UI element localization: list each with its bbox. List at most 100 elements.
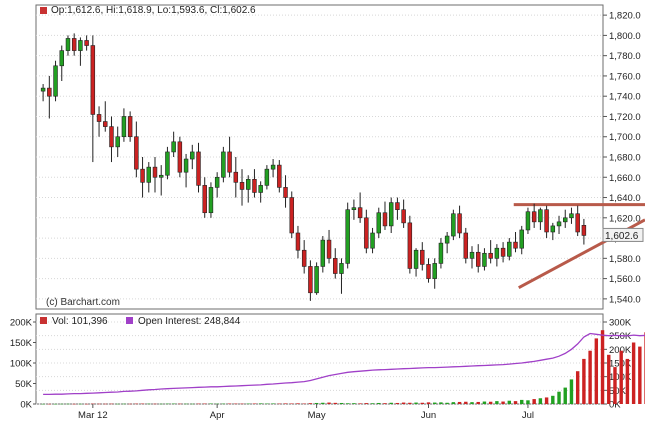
volume-bar <box>97 403 101 405</box>
price-tick-label: 1,780.0 <box>609 51 641 62</box>
candle-body <box>227 151 232 173</box>
volume-bar <box>140 403 145 405</box>
candle-body <box>475 251 481 267</box>
volume-bar <box>240 403 244 405</box>
ohlc-marker <box>40 7 47 14</box>
watermark: (c) Barchart.com <box>46 297 120 308</box>
candle-body <box>308 266 313 294</box>
candle-body <box>252 178 257 193</box>
volume-bar <box>470 402 474 404</box>
candle-body <box>488 252 493 259</box>
candle-body <box>426 264 431 279</box>
candle-body <box>134 136 139 170</box>
volume-bar <box>134 403 139 405</box>
candle-body <box>246 178 251 190</box>
volume-bar <box>401 402 406 404</box>
candle-body <box>550 225 556 233</box>
price-tick-label: 1,620.0 <box>609 213 641 224</box>
volume-bar <box>196 403 201 405</box>
x-tick-label: Apr <box>210 410 225 421</box>
volume-bar <box>544 397 549 404</box>
x-axis: Mar 12AprMayJunJulAug <box>78 404 534 421</box>
candle-body <box>314 266 319 294</box>
volume-bar <box>638 346 642 404</box>
volume-bar <box>588 350 592 404</box>
candle-body <box>575 213 580 233</box>
volume-bar <box>420 402 424 404</box>
volume-bar <box>159 403 163 405</box>
volume-bar <box>203 403 207 405</box>
volume-bar <box>377 402 381 404</box>
candle-body <box>388 202 394 227</box>
volume-bar <box>551 395 555 404</box>
candle-body <box>214 176 220 188</box>
candle-body <box>357 207 363 219</box>
volume-bar <box>252 403 257 405</box>
volume-bar <box>433 402 437 404</box>
ohlc-label: Op:1,612.6, Hi:1,618.9, Lo:1,593.6, Cl:1… <box>51 5 256 16</box>
candle-body <box>208 187 214 214</box>
candle-body <box>463 232 469 259</box>
price-tick-label: 1,680.0 <box>609 153 641 164</box>
volume-bar <box>563 387 567 404</box>
volume-bar <box>364 403 369 404</box>
volume-bar <box>389 402 393 404</box>
volume-bar <box>395 402 400 404</box>
volume-bar <box>327 402 331 404</box>
volume-bar <box>115 403 120 405</box>
candle-body <box>432 263 437 279</box>
volume-bar <box>147 403 151 405</box>
volume-bar <box>520 399 524 404</box>
volume-bar <box>122 403 126 405</box>
candle-body <box>121 116 127 138</box>
x-tick-label: May <box>308 410 326 421</box>
candle-body <box>301 249 307 267</box>
volume-bar <box>607 354 611 404</box>
candle-body <box>96 114 102 122</box>
candle-body <box>165 151 170 176</box>
candle-body <box>190 151 195 160</box>
volume-bar <box>625 358 630 404</box>
candle-body <box>171 141 176 153</box>
candle-body <box>401 209 406 224</box>
volume-bar <box>569 379 574 404</box>
volume-left-tick-label: 100K <box>10 359 33 370</box>
price-tick-label: 1,540.0 <box>609 294 641 305</box>
volume-bar <box>345 403 350 404</box>
candle-body <box>438 242 444 264</box>
candle-body <box>444 235 450 244</box>
volume-bar <box>53 403 58 405</box>
volume-bar <box>178 403 182 405</box>
candle-body <box>544 209 549 233</box>
candle-body <box>538 209 543 223</box>
volume-bar <box>507 400 512 404</box>
futures-chart: 1,540.01,560.01,580.01,600.01,620.01,640… <box>0 0 645 437</box>
oi-legend-label: Open Interest: 248,844 <box>138 316 241 327</box>
volume-bar <box>600 330 605 404</box>
volume-bar <box>501 401 505 404</box>
candle-body <box>103 121 108 127</box>
candle-body <box>202 185 207 214</box>
volume-bar <box>265 403 269 405</box>
volume-bar <box>246 403 250 405</box>
volume-bar <box>526 400 530 404</box>
volume-bar <box>613 367 617 404</box>
volume-bar <box>383 403 387 404</box>
candle-body <box>563 217 568 223</box>
volume-bar <box>426 402 431 404</box>
price-tick-label: 1,720.0 <box>609 112 641 123</box>
candle-body <box>469 251 475 259</box>
volume-bar <box>619 350 623 404</box>
candle-body <box>115 136 120 148</box>
volume-bar <box>488 401 493 404</box>
candle-body <box>556 221 562 227</box>
candle-body <box>513 241 518 249</box>
volume-bar <box>78 403 83 405</box>
candle-body <box>283 187 288 198</box>
price-tick-label: 1,760.0 <box>609 71 641 82</box>
volume-y-axis-left: 0K 50K 100K 150K 200K <box>10 318 36 411</box>
volume-bar <box>153 403 157 405</box>
volume-bar <box>631 342 636 404</box>
volume-left-tick-label: 50K <box>15 379 33 390</box>
volume-legend-marker <box>40 317 47 324</box>
